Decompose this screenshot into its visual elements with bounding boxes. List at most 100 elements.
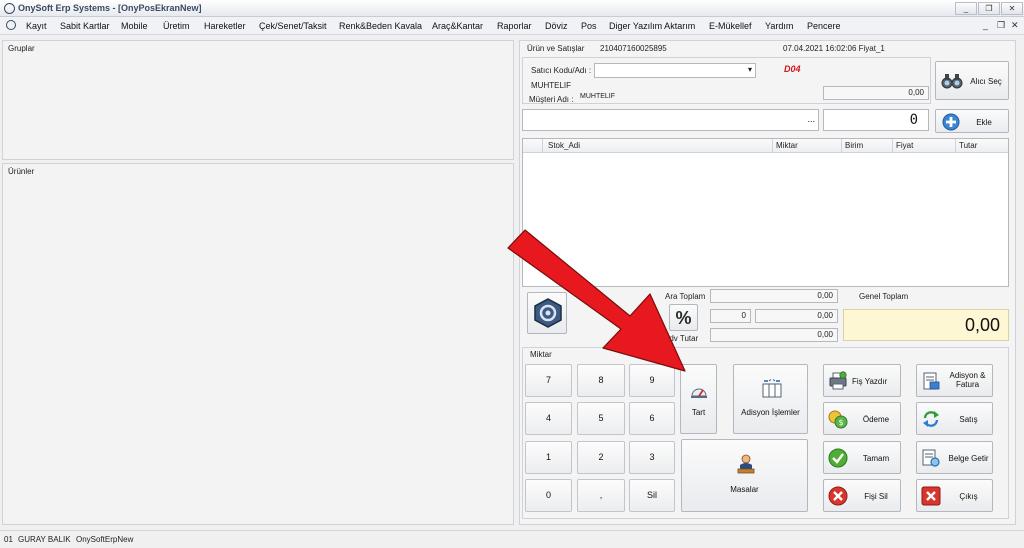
key-0[interactable]: 0 [525, 479, 572, 512]
print-receipt-button[interactable]: Fiş Yazdır [823, 364, 901, 397]
column-tutar[interactable]: Tutar [956, 139, 1008, 153]
product-search-input[interactable]: ... [522, 109, 819, 131]
ok-button[interactable]: Tamam [823, 441, 901, 474]
grand-total-value: 0,00 [843, 309, 1009, 341]
menu-hareketler[interactable]: Hareketler [204, 21, 246, 31]
check-circle-icon [828, 448, 848, 468]
menu-yardim[interactable]: Yardım [765, 21, 793, 31]
buyer-select-button[interactable]: Alıcı Seç [935, 61, 1009, 100]
delete-receipt-button[interactable]: Fişi Sil [823, 479, 901, 512]
key-5[interactable]: 5 [577, 402, 625, 435]
key-delete[interactable]: Sil [629, 479, 675, 512]
menu-doviz[interactable]: Döviz [545, 21, 568, 31]
mdi-close-button[interactable]: ✕ [1011, 20, 1019, 31]
tare-label: Tart [691, 408, 706, 417]
key-1[interactable]: 1 [525, 441, 572, 474]
ticket-operations-label: Adisyon İşlemler [741, 408, 800, 417]
key-6[interactable]: 6 [629, 402, 675, 435]
status-bar: 01 GURAY BALIK OnySoftErpNew [0, 530, 1024, 548]
menu-uretim[interactable]: Üretim [163, 21, 190, 31]
products-title: Ürünler [8, 167, 35, 176]
menu-sabit-kartlar[interactable]: Sabit Kartlar [60, 21, 110, 31]
delete-receipt-label: Fişi Sil [864, 492, 888, 501]
menu-mobile[interactable]: Mobile [121, 21, 148, 31]
customer-label: Müşteri Adı : [529, 95, 574, 104]
minimize-button[interactable]: _ [955, 2, 977, 15]
get-document-label: Belge Getir [948, 454, 989, 463]
buyer-select-label: Alıcı Seç [970, 77, 1002, 86]
menu-raporlar[interactable]: Raporlar [497, 21, 532, 31]
ticket-invoice-button[interactable]: Adisyon & Fatura [916, 364, 993, 397]
chevron-down-icon: ▾ [747, 65, 752, 74]
annotation-arrow [507, 229, 686, 372]
exit-label: Çıkış [959, 492, 978, 501]
app-logo-icon [4, 3, 15, 14]
plus-circle-icon [942, 113, 960, 131]
mdi-minimize-button[interactable]: _ [983, 20, 988, 30]
exit-button[interactable]: Çıkış [916, 479, 993, 512]
status-database: OnySoftErpNew [76, 535, 134, 544]
groups-title: Gruplar [8, 44, 35, 53]
money-coins-icon: $ [828, 410, 848, 429]
payment-button[interactable]: $ Ödeme [823, 402, 901, 435]
groups-panel: Gruplar [2, 40, 514, 160]
add-button[interactable]: Ekle [935, 109, 1009, 133]
get-document-button[interactable]: Belge Getir [916, 441, 993, 474]
menu-arac-kantar[interactable]: Araç&Kantar [432, 21, 483, 31]
menu-pencere[interactable]: Pencere [807, 21, 841, 31]
doc-datetime: 07.04.2021 16:02:06 Fiyat_1 [783, 44, 885, 53]
column-miktar[interactable]: Miktar [773, 139, 842, 153]
sale-label: Satış [959, 415, 978, 424]
mdi-restore-button[interactable]: ❐ [997, 20, 1005, 31]
status-user-code: 01 [4, 535, 13, 544]
menu-pos[interactable]: Pos [581, 21, 597, 31]
grid-indicator-column [523, 139, 543, 153]
customer-value: MUHTELIF [580, 93, 615, 100]
restore-button[interactable]: ❐ [978, 2, 1000, 15]
key-2[interactable]: 2 [577, 441, 625, 474]
close-button[interactable]: ✕ [1001, 2, 1023, 15]
grid-header: Stok_Adi Miktar Birim Fiyat Tutar [523, 139, 1008, 153]
subtotal-value: 0,00 [710, 289, 838, 303]
sale-button[interactable]: Satış [916, 402, 993, 435]
document-search-icon [922, 449, 940, 467]
menu-renk-beden[interactable]: Renk&Beden Kavala [339, 21, 422, 31]
seller-select[interactable]: ▾ [594, 63, 756, 78]
exit-x-icon [921, 486, 941, 506]
invoice-document-icon [923, 372, 940, 390]
ok-label: Tamam [862, 454, 890, 463]
column-birim[interactable]: Birim [842, 139, 893, 153]
svg-text:$: $ [838, 418, 843, 427]
quantity-input[interactable]: 0 [823, 109, 929, 131]
key-4[interactable]: 4 [525, 402, 572, 435]
window-title-bar: OnySoft Erp Systems - [OnyPosEkranNew] _… [0, 0, 1024, 17]
window-title: OnySoft Erp Systems - [OnyPosEkranNew] [18, 3, 202, 13]
seller-label: Satıcı Kodu/Adı : [531, 66, 592, 75]
menu-cek-senet-taksit[interactable]: Çek/Senet/Taksit [259, 21, 327, 31]
customer-name: MUHTELIF [531, 81, 571, 90]
discount-amount[interactable]: 0,00 [755, 309, 838, 323]
column-stok-adi[interactable]: Stok_Adi [543, 139, 773, 153]
menu-e-mukellef[interactable]: E-Mükellef [709, 21, 752, 31]
ticket-invoice-label: Adisyon & Fatura [949, 371, 986, 389]
code-badge: D04 [784, 64, 801, 74]
mdi-logo-icon[interactable] [6, 20, 16, 30]
buyer-amount: 0,00 [823, 86, 929, 100]
status-user-name: GURAY BALIK [18, 535, 71, 544]
search-dots-button[interactable]: ... [807, 114, 815, 124]
delete-circle-icon [828, 486, 848, 506]
key-3[interactable]: 3 [629, 441, 675, 474]
refresh-arrows-icon [923, 411, 939, 427]
menu-kayit[interactable]: Kayıt [26, 21, 47, 31]
doc-number: 210407160025895 [600, 44, 667, 53]
key-comma[interactable]: , [577, 479, 625, 512]
menu-diger-yazilim[interactable]: Diger Yazılım Aktarım [609, 21, 695, 31]
sales-header-title: Ürün ve Satışlar [527, 44, 585, 53]
ticket-operations-button[interactable]: Adisyon İşlemler [733, 364, 808, 434]
tables-button[interactable]: Masalar [681, 439, 808, 512]
print-receipt-label: Fiş Yazdır [852, 377, 888, 386]
binoculars-icon [941, 74, 963, 89]
column-fiyat[interactable]: Fiyat [893, 139, 956, 153]
payment-label: Ödeme [862, 415, 890, 424]
grand-total-label: Genel Toplam [859, 292, 909, 301]
